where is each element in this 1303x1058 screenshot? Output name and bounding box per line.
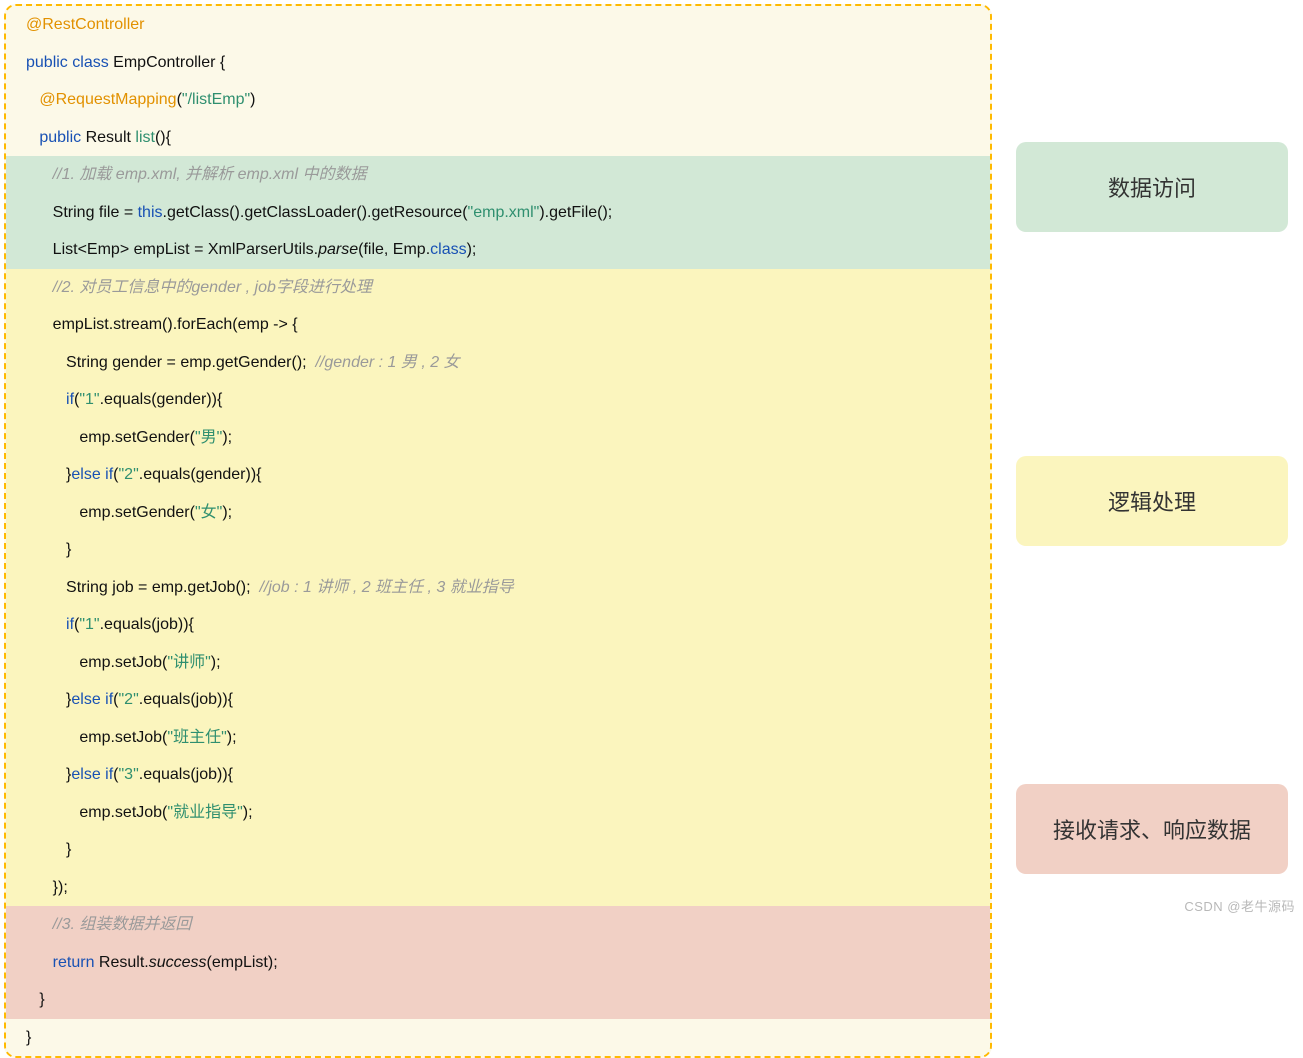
- side-labels: 数据访问 逻辑处理 接收请求、响应数据: [1016, 4, 1288, 874]
- label-data-access: 数据访问: [1016, 142, 1288, 232]
- code-line: }: [6, 981, 990, 1019]
- code-line: //1. 加载 emp.xml, 并解析 emp.xml 中的数据: [6, 156, 990, 194]
- code-line: emp.setGender("男");: [6, 419, 990, 457]
- code-line: if("1".equals(job)){: [6, 606, 990, 644]
- code-line: emp.setJob("就业指导");: [6, 794, 990, 832]
- code-panel: @RestController public class EmpControll…: [4, 4, 992, 1058]
- code-line: public class EmpController {: [6, 44, 990, 82]
- code-line: }: [6, 531, 990, 569]
- code-line: //2. 对员工信息中的gender , job字段进行处理: [6, 269, 990, 307]
- code-line: String file = this.getClass().getClassLo…: [6, 194, 990, 232]
- code-line: emp.setJob("讲师");: [6, 644, 990, 682]
- watermark: CSDN @老牛源码: [1184, 896, 1295, 915]
- code-line: //3. 组装数据并返回: [6, 906, 990, 944]
- code-line: emp.setGender("女");: [6, 494, 990, 532]
- code-line: List<Emp> empList = XmlParserUtils.parse…: [6, 231, 990, 269]
- code-line: public Result list(){: [6, 119, 990, 157]
- code-line: }else if("2".equals(job)){: [6, 681, 990, 719]
- code-line: }else if("2".equals(gender)){: [6, 456, 990, 494]
- code-line: return Result.success(empList);: [6, 944, 990, 982]
- code-line: });: [6, 869, 990, 907]
- code-line: if("1".equals(gender)){: [6, 381, 990, 419]
- label-logic: 逻辑处理: [1016, 456, 1288, 546]
- code-line: empList.stream().forEach(emp -> {: [6, 306, 990, 344]
- code-line: emp.setJob("班主任");: [6, 719, 990, 757]
- code-line: }: [6, 1019, 990, 1057]
- code-line: @RestController: [6, 6, 990, 44]
- code-line: @RequestMapping("/listEmp"): [6, 81, 990, 119]
- code-line: String job = emp.getJob(); //job : 1 讲师 …: [6, 569, 990, 607]
- annotation: @RestController: [26, 16, 145, 33]
- code-line: }: [6, 831, 990, 869]
- code-line: String gender = emp.getGender(); //gende…: [6, 344, 990, 382]
- code-line: }else if("3".equals(job)){: [6, 756, 990, 794]
- label-response: 接收请求、响应数据: [1016, 784, 1288, 874]
